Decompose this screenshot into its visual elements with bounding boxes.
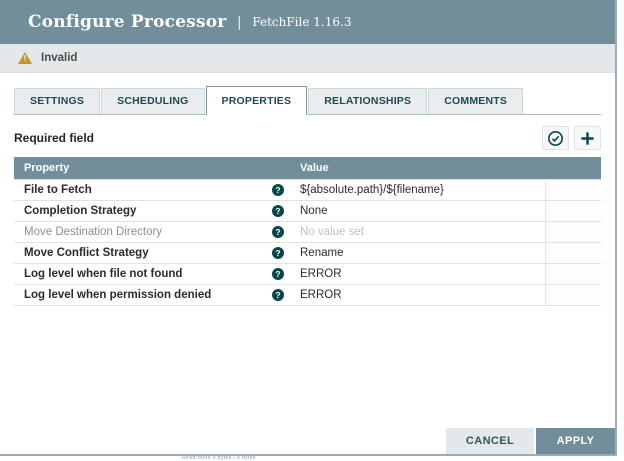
table-row: Move Destination Directory ? No value se… (14, 221, 601, 242)
apply-button[interactable]: APPLY (536, 428, 615, 454)
processor-name-version: FetchFile 1.16.3 (252, 15, 351, 29)
tab-bar: SETTINGS SCHEDULING PROPERTIES RELATIONS… (14, 86, 601, 115)
property-value[interactable]: ERROR (290, 289, 545, 301)
help-icon[interactable]: ? (272, 184, 284, 196)
required-field-label: Required field (14, 131, 94, 145)
table-row: Move Conflict Strategy ? Rename (14, 242, 601, 263)
dialog-footer: CANCEL APPLY (446, 428, 615, 454)
property-name: Move Conflict Strategy (14, 247, 266, 259)
table-row: File to Fetch ? ${absolute.path}/${filen… (14, 179, 601, 200)
property-name: Log level when file not found (14, 268, 266, 280)
help-icon[interactable]: ? (272, 289, 284, 301)
table-row: Log level when file not found ? ERROR (14, 263, 601, 284)
screen: Read/Write 0 bytes / 0 bytes Configure P… (0, 0, 624, 461)
dialog-title: Configure Processor (28, 12, 226, 32)
property-name: File to Fetch (14, 184, 266, 196)
tab-properties[interactable]: PROPERTIES (206, 86, 308, 115)
column-header-value: Value (290, 162, 545, 174)
title-divider: | (237, 14, 241, 31)
help-icon[interactable]: ? (272, 226, 284, 238)
property-value[interactable]: None (290, 205, 545, 217)
help-icon[interactable]: ? (272, 247, 284, 259)
background-page-sliver: Read/Write 0 bytes / 0 bytes (0, 456, 624, 461)
warning-triangle-icon (18, 52, 32, 64)
help-icon[interactable]: ? (272, 268, 284, 280)
row-actions-cell (545, 285, 601, 305)
tab-relationships[interactable]: RELATIONSHIPS (308, 88, 427, 114)
cancel-button[interactable]: CANCEL (446, 428, 534, 454)
property-name: Move Destination Directory (14, 226, 266, 238)
property-name: Log level when permission denied (14, 289, 266, 301)
property-value[interactable]: No value set (290, 226, 545, 238)
dialog-content: SETTINGS SCHEDULING PROPERTIES RELATIONS… (0, 86, 615, 306)
properties-toolbar: Required field (14, 124, 601, 152)
help-icon[interactable]: ? (272, 205, 284, 217)
property-value[interactable]: ERROR (290, 268, 545, 280)
row-actions-cell (545, 201, 601, 221)
column-header-property: Property (14, 162, 266, 174)
property-value[interactable]: ${absolute.path}/${filename} (290, 184, 545, 196)
properties-table: Property Value File to Fetch ? ${absolut… (14, 157, 601, 306)
add-property-button[interactable] (574, 126, 601, 150)
toolbar-icon-buttons (542, 126, 601, 150)
row-actions-cell (545, 243, 601, 263)
property-name: Completion Strategy (14, 205, 266, 217)
validation-status-bar: Invalid (0, 44, 615, 73)
background-statusbar-fragment: Read/Write 0 bytes / 0 bytes (182, 456, 256, 461)
table-header: Property Value (14, 157, 601, 179)
tab-comments[interactable]: COMMENTS (428, 88, 523, 114)
configure-processor-dialog: Configure Processor | FetchFile 1.16.3 I… (0, 0, 617, 456)
property-value[interactable]: Rename (290, 247, 545, 259)
row-actions-cell (545, 222, 601, 242)
dialog-header: Configure Processor | FetchFile 1.16.3 (0, 0, 615, 44)
tab-settings[interactable]: SETTINGS (14, 88, 100, 114)
table-row: Completion Strategy ? None (14, 200, 601, 221)
tab-scheduling[interactable]: SCHEDULING (101, 88, 204, 114)
row-actions-cell (545, 264, 601, 284)
table-row: Log level when permission denied ? ERROR (14, 284, 601, 305)
verify-properties-button[interactable] (542, 126, 569, 150)
row-actions-cell (545, 180, 601, 200)
circle-check-icon (547, 130, 564, 147)
validation-status-label: Invalid (41, 52, 77, 64)
plus-icon (580, 131, 595, 146)
